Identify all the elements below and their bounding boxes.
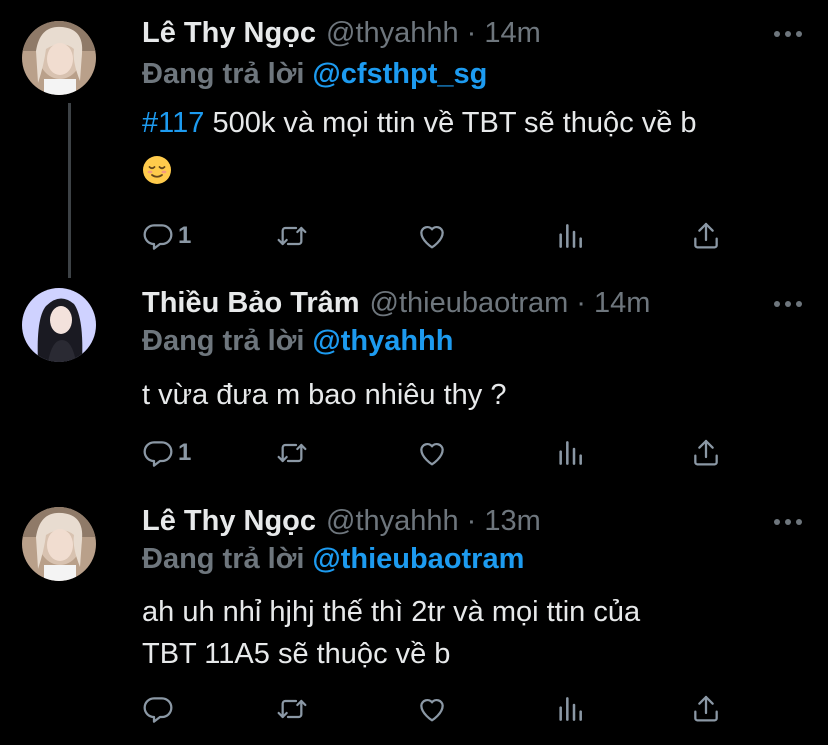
display-name[interactable]: Lê Thy Ngọc bbox=[142, 505, 316, 538]
tweet-actions bbox=[142, 692, 742, 726]
share-icon bbox=[690, 437, 722, 469]
analytics-icon bbox=[554, 693, 586, 725]
reply-icon bbox=[142, 437, 174, 469]
separator-dot: · bbox=[466, 505, 477, 537]
analytics-button[interactable] bbox=[554, 436, 586, 470]
reply-count: 1 bbox=[178, 439, 192, 466]
replying-to-label: Đang trả lời bbox=[142, 543, 305, 575]
tweet-header: Lê Thy Ngọc @thyahhh · 13m bbox=[142, 505, 541, 538]
like-icon bbox=[416, 437, 448, 469]
tweet-text: ah uh nhỉ hjhj thế thì 2tr và mọi ttin c… bbox=[142, 591, 802, 675]
analytics-button[interactable] bbox=[554, 692, 586, 726]
share-button[interactable] bbox=[690, 692, 722, 726]
relieved-face-emoji bbox=[143, 156, 171, 185]
reply-count: 1 bbox=[178, 222, 192, 249]
mention-link[interactable]: @thieubaotram bbox=[312, 543, 524, 575]
tweet-text-line: TBT 11A5 sẽ thuộc về b bbox=[142, 638, 451, 670]
tweet-header: Lê Thy Ngọc @thyahhh · 14m bbox=[142, 17, 541, 50]
user-handle[interactable]: @thieubaotram bbox=[370, 287, 569, 320]
retweet-button[interactable] bbox=[276, 219, 308, 253]
retweet-icon bbox=[276, 437, 308, 469]
like-button[interactable] bbox=[416, 219, 448, 253]
avatar[interactable] bbox=[22, 288, 96, 362]
tweet-header: Thiều Bảo Trâm @thieubaotram · 14m bbox=[142, 287, 650, 320]
reply-button[interactable]: 1 bbox=[142, 436, 191, 470]
timestamp[interactable]: 14m bbox=[594, 287, 650, 320]
analytics-button[interactable] bbox=[554, 219, 586, 253]
display-name[interactable]: Lê Thy Ngọc bbox=[142, 17, 316, 50]
tweet-text-line: ah uh nhỉ hjhj thế thì 2tr và mọi ttin c… bbox=[142, 596, 641, 628]
reply-icon bbox=[142, 220, 174, 252]
separator-dot: · bbox=[466, 17, 477, 49]
like-button[interactable] bbox=[416, 692, 448, 726]
like-icon bbox=[416, 220, 448, 252]
mention-link[interactable]: @thyahhh bbox=[312, 325, 453, 357]
retweet-icon bbox=[276, 220, 308, 252]
share-icon bbox=[690, 693, 722, 725]
timestamp[interactable]: 13m bbox=[484, 505, 540, 538]
tweet-actions: 1 bbox=[142, 436, 742, 470]
tweet-actions: 1 bbox=[142, 219, 742, 253]
reply-button[interactable]: 1 bbox=[142, 219, 191, 253]
mention-link[interactable]: @cfsthpt_sg bbox=[312, 58, 487, 90]
tweet-3[interactable]: Lê Thy Ngọc @thyahhh · 13m Đang trả lời @… bbox=[0, 496, 828, 745]
analytics-icon bbox=[554, 437, 586, 469]
share-button[interactable] bbox=[690, 436, 722, 470]
analytics-icon bbox=[554, 220, 586, 252]
tweet-1[interactable]: Lê Thy Ngọc @thyahhh · 14m Đang trả lời @… bbox=[0, 0, 828, 278]
tweet-2[interactable]: Thiều Bảo Trâm @thieubaotram · 14m Đang … bbox=[0, 278, 828, 494]
replying-to-label: Đang trả lời bbox=[142, 58, 305, 90]
display-name[interactable]: Thiều Bảo Trâm bbox=[142, 287, 360, 320]
avatar[interactable] bbox=[22, 21, 96, 95]
tweet-text-content: 500k và mọi ttin về TBT sẽ thuộc về b bbox=[212, 107, 697, 139]
retweet-button[interactable] bbox=[276, 436, 308, 470]
more-icon[interactable] bbox=[774, 31, 802, 39]
more-icon[interactable] bbox=[774, 301, 802, 309]
thread-line bbox=[68, 103, 71, 278]
replying-to: Đang trả lời @thieubaotram bbox=[142, 543, 524, 576]
reply-icon bbox=[142, 693, 174, 725]
share-icon bbox=[690, 220, 722, 252]
replying-to: Đang trả lời @cfsthpt_sg bbox=[142, 58, 487, 91]
more-icon[interactable] bbox=[774, 519, 802, 527]
timestamp[interactable]: 14m bbox=[484, 17, 540, 50]
separator-dot: · bbox=[576, 287, 586, 319]
tweet-text: #117 500k và mọi ttin về TBT sẽ thuộc về… bbox=[142, 104, 802, 188]
like-button[interactable] bbox=[416, 436, 448, 470]
like-icon bbox=[416, 693, 448, 725]
avatar[interactable] bbox=[22, 507, 96, 581]
share-button[interactable] bbox=[690, 219, 722, 253]
tweet-text: t vừa đưa m bao nhiêu thy ? bbox=[142, 376, 802, 414]
hashtag-link[interactable]: #117 bbox=[142, 107, 204, 139]
user-handle[interactable]: @thyahhh bbox=[326, 505, 459, 538]
replying-to: Đang trả lời @thyahhh bbox=[142, 325, 453, 358]
retweet-button[interactable] bbox=[276, 692, 308, 726]
reply-button[interactable] bbox=[142, 692, 178, 726]
user-handle[interactable]: @thyahhh bbox=[326, 17, 459, 50]
retweet-icon bbox=[276, 693, 308, 725]
tweet-text-content: t vừa đưa m bao nhiêu thy ? bbox=[142, 379, 507, 411]
replying-to-label: Đang trả lời bbox=[142, 325, 305, 357]
